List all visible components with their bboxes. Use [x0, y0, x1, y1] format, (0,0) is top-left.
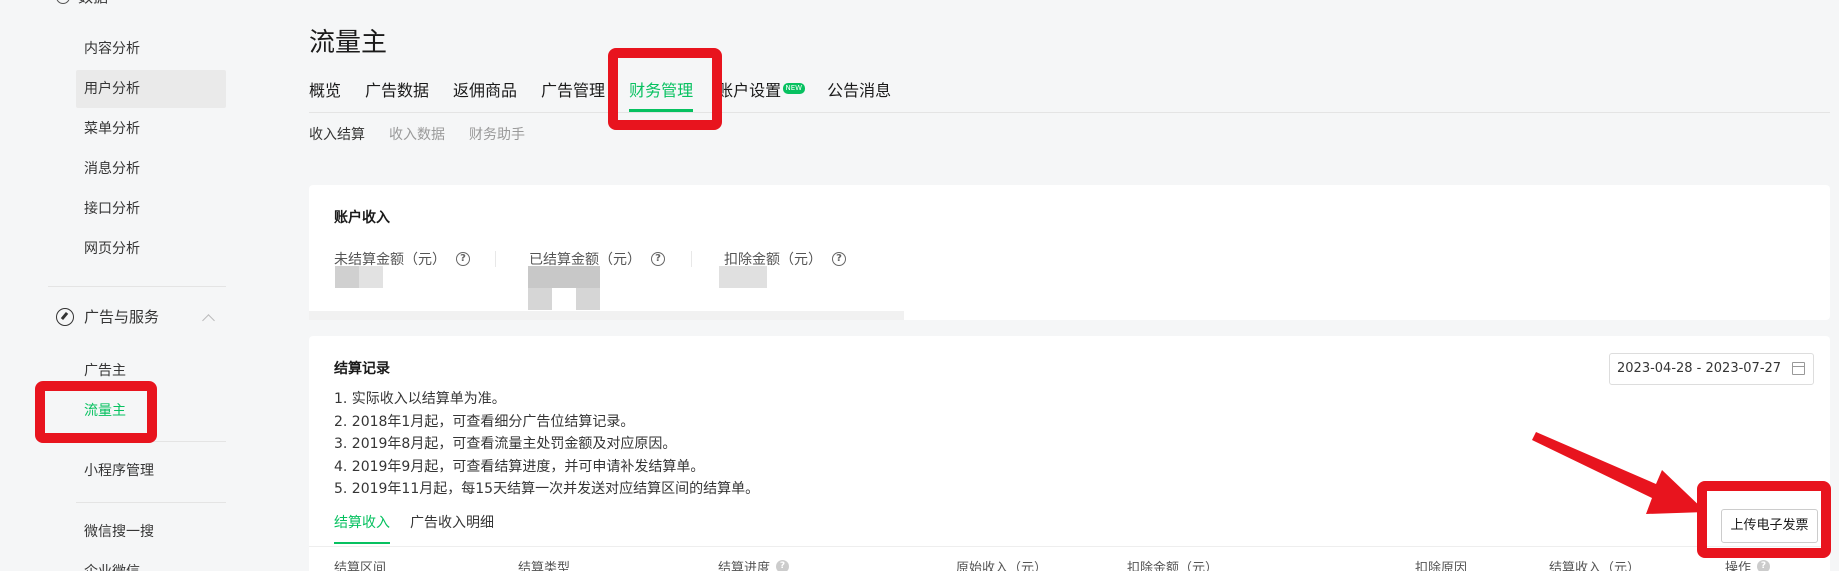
column-label: 扣除金额（元） [1127, 561, 1219, 571]
note-line: 5. 2019年11月起，每15天结算一次并发送对应结算区间的结算单。 [334, 481, 760, 497]
date-range-value: 2023-04-28 - 2023-07-27 [1617, 361, 1782, 376]
chevron-up-icon [202, 314, 215, 327]
column-label: 操作 [1725, 561, 1752, 571]
redacted-value [576, 288, 600, 310]
redacted-value [335, 266, 359, 288]
redacted-value [719, 266, 767, 288]
annotation-box-finance-tab [608, 48, 722, 130]
sidebar-item-wechat-search[interactable]: 微信搜一搜 [76, 513, 226, 551]
column-label: 结算区间 [334, 561, 387, 571]
sub-tabs: 收入结算 收入数据 财务助手 [309, 124, 549, 144]
settlement-notes: 1. 实际收入以结算单为准。 2. 2018年1月起，可查看细分广告位结算记录。… [334, 388, 759, 501]
tab-label: 返佣商品 [453, 81, 518, 100]
column-label: 扣除原因 [1415, 561, 1468, 571]
sidebar-group-label: 数据 [78, 0, 108, 7]
column-header: 结算进度? [718, 557, 790, 571]
metric-divider [691, 251, 692, 267]
settlement-title: 结算记录 [334, 361, 390, 377]
tabs-divider [309, 112, 1830, 113]
column-header: 结算区间 [334, 557, 386, 571]
note-line: 4. 2019年9月起，可查看结算进度，并可申请补发结算单。 [334, 458, 705, 475]
annotation-box-publisher [35, 381, 157, 443]
tab-label: 广告数据 [365, 81, 430, 100]
sidebar-group-data[interactable]: 数据 [56, 0, 215, 7]
sidebar-item-web-analysis[interactable]: 网页分析 [76, 230, 226, 268]
tab-announcements[interactable]: 公告消息 [827, 78, 891, 112]
tab-commission-goods[interactable]: 返佣商品 [453, 78, 517, 112]
column-header: 扣除金额（元） [1127, 557, 1218, 571]
help-icon[interactable]: ? [776, 560, 790, 571]
tab-label: 公告消息 [827, 81, 892, 100]
redacted-value [528, 266, 600, 288]
compass-icon [56, 307, 74, 326]
column-header: 结算类型 [518, 557, 570, 571]
column-label: 原始收入（元） [956, 561, 1048, 571]
new-badge: NEW [782, 83, 806, 94]
tab-ad-data[interactable]: 广告数据 [365, 78, 429, 112]
subtab-income-data[interactable]: 收入数据 [389, 124, 445, 144]
column-label: 结算进度 [718, 561, 771, 571]
sidebar-divider [48, 286, 226, 287]
tab-overview[interactable]: 概览 [309, 78, 341, 112]
settlement-tabs: 结算收入 广告收入明细 [334, 512, 514, 544]
redacted-value [528, 288, 552, 310]
account-income-card: 账户收入 未结算金额（元） ? 已结算金额（元） ? 扣除金额（元） ? [309, 185, 1830, 320]
tab-ad-income-detail[interactable]: 广告收入明细 [410, 512, 494, 544]
subtab-income-settlement[interactable]: 收入结算 [309, 124, 365, 144]
annotation-box-upload [1697, 481, 1831, 558]
help-icon[interactable]: ? [832, 252, 846, 266]
sidebar-item-mini-program[interactable]: 小程序管理 [76, 452, 226, 490]
table-divider [309, 546, 1830, 547]
tab-ad-management[interactable]: 广告管理 [541, 78, 605, 112]
help-icon[interactable]: ? [456, 252, 470, 266]
sidebar-group-label: 广告与服务 [84, 308, 160, 326]
help-icon[interactable]: ? [651, 252, 665, 266]
column-label: 结算类型 [518, 561, 571, 571]
help-icon[interactable]: ? [1757, 560, 1771, 571]
tab-settlement-income[interactable]: 结算收入 [334, 512, 390, 544]
sidebar-item-api-analysis[interactable]: 接口分析 [76, 190, 226, 228]
tab-label: 概览 [309, 81, 342, 100]
metric-divider [495, 251, 496, 267]
calendar-icon [1792, 362, 1805, 375]
column-header: 操作? [1725, 557, 1771, 571]
sidebar: 数据 内容分析 用户分析 菜单分析 消息分析 接口分析 网页分析 广告与服务 广… [0, 0, 240, 571]
tab-account-settings[interactable]: 账户设置 NEW [717, 78, 806, 112]
subtab-finance-assistant[interactable]: 财务助手 [469, 124, 525, 144]
sidebar-item-wecom[interactable]: 企业微信 [76, 553, 226, 571]
sidebar-divider [76, 502, 226, 503]
column-header: 原始收入（元） [956, 557, 1047, 571]
redacted-value [359, 266, 383, 288]
sidebar-item-menu-analysis[interactable]: 菜单分析 [76, 110, 226, 148]
tab-label: 广告管理 [541, 81, 606, 100]
sidebar-item-content-analysis[interactable]: 内容分析 [76, 30, 226, 68]
data-icon [56, 0, 70, 4]
account-income-title: 账户收入 [334, 210, 390, 226]
column-label: 结算收入（元） [1549, 561, 1641, 571]
page-title: 流量主 [309, 28, 388, 58]
note-line: 2. 2018年1月起，可查看细分广告位结算记录。 [334, 413, 635, 430]
sidebar-group-ads[interactable]: 广告与服务 [56, 306, 159, 327]
note-line: 3. 2019年8月起，可查看流量主处罚金额及对应原因。 [334, 436, 677, 452]
tab-label: 账户设置 [717, 81, 782, 100]
note-line: 1. 实际收入以结算单为准。 [334, 391, 506, 407]
redacted-value [309, 311, 904, 320]
sidebar-item-message-analysis[interactable]: 消息分析 [76, 150, 226, 188]
column-header: 扣除原因 [1415, 557, 1467, 571]
annotation-arrow [1532, 432, 1706, 514]
date-range-picker[interactable]: 2023-04-28 - 2023-07-27 [1609, 353, 1814, 385]
column-header: 结算收入（元） [1549, 557, 1640, 571]
sidebar-item-user-analysis[interactable]: 用户分析 [76, 70, 226, 108]
